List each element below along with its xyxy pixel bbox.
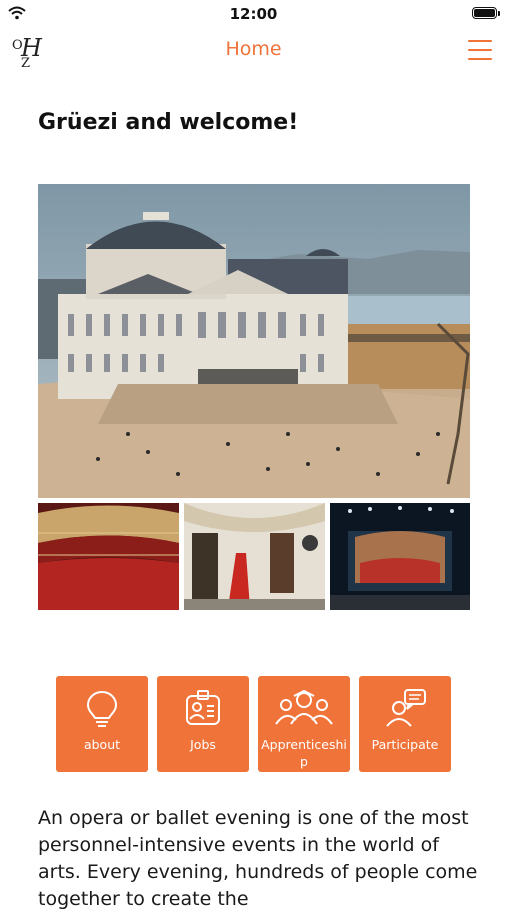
apprenticeship-label: Apprenticeship — [261, 737, 347, 769]
about-label: about — [83, 737, 121, 752]
about-button[interactable]: about — [56, 676, 148, 772]
nav-bar: O H Z Home — [0, 28, 507, 74]
foyer-photo — [184, 503, 325, 610]
status-time: 12:00 — [229, 5, 278, 23]
welcome-heading: Grüezi and welcome! — [38, 110, 299, 135]
person-chat-icon — [386, 689, 426, 727]
apprenticeship-button[interactable]: Apprenticeship — [258, 676, 350, 772]
participate-label: Participate — [371, 737, 439, 752]
participate-button[interactable]: Participate — [359, 676, 451, 772]
intro-paragraph: An opera or ballet evening is one of the… — [38, 807, 478, 910]
group-people-icon — [275, 689, 333, 725]
jobs-label: Jobs — [190, 737, 216, 752]
battery-icon — [472, 7, 500, 19]
page-title: Home — [225, 38, 282, 60]
quick-links: about Jobs Apprenticeship Participate — [56, 676, 452, 772]
status-bar: 12:00 — [0, 0, 507, 28]
lightbulb-icon — [86, 690, 118, 727]
hamburger-menu-icon[interactable] — [468, 40, 492, 62]
stage-view-photo — [330, 503, 470, 610]
jobs-button[interactable]: Jobs — [157, 676, 249, 772]
id-badge-icon — [186, 690, 220, 725]
auditorium-photo — [38, 503, 179, 610]
opera-house-photo — [38, 184, 470, 498]
